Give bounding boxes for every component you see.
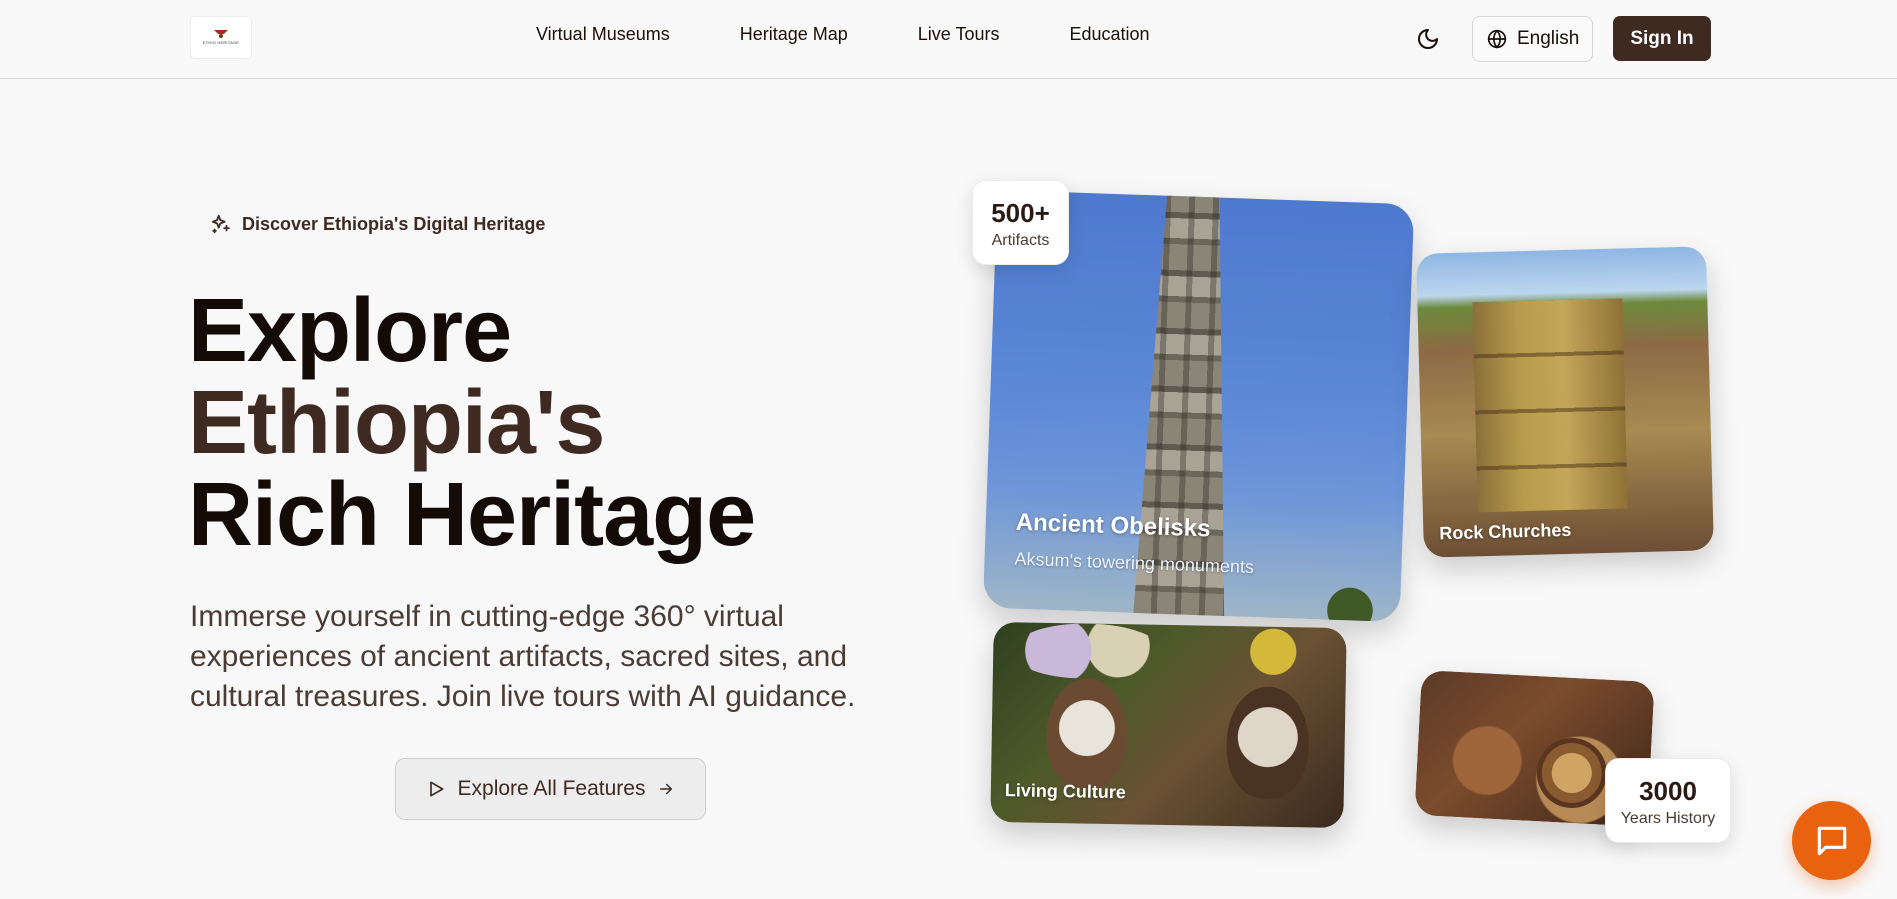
- language-selector[interactable]: English: [1472, 16, 1593, 62]
- globe-icon: [1487, 29, 1507, 49]
- nav-virtual-museums[interactable]: Virtual Museums: [536, 24, 670, 45]
- theme-toggle-button[interactable]: [1413, 26, 1443, 52]
- stat-history-label: Years History: [1620, 810, 1716, 827]
- sparkles-icon: [211, 214, 230, 234]
- stat-history-value: 3000: [1639, 776, 1697, 806]
- rock-church-image: [1472, 298, 1628, 513]
- hero-title-line-2: Ethiopia's: [188, 373, 605, 473]
- drum-image: [1534, 736, 1609, 810]
- card-rock-churches[interactable]: Rock Churches: [1416, 246, 1714, 558]
- top-navbar: ETHIO HERITAGE Virtual Museums Heritage …: [0, 0, 1897, 79]
- stat-years-history: 3000 Years History: [1605, 758, 1731, 843]
- chat-icon: [1817, 826, 1846, 855]
- site-logo[interactable]: ETHIO HERITAGE: [191, 17, 251, 58]
- explore-all-features-button[interactable]: Explore All Features: [395, 758, 706, 820]
- hero-eyebrow: Discover Ethiopia's Digital Heritage: [210, 213, 545, 235]
- chat-button[interactable]: [1792, 801, 1871, 880]
- logo-mark-icon: [214, 30, 228, 38]
- stat-artifacts-value: 500+: [991, 198, 1050, 228]
- stat-artifacts: 500+ Artifacts: [972, 180, 1069, 265]
- tree-image: [1309, 579, 1391, 623]
- language-label: English: [1517, 28, 1580, 49]
- hero-title-line-1: Explore: [188, 281, 512, 381]
- moon-icon: [1418, 29, 1438, 49]
- card-title-rock-churches: Rock Churches: [1439, 519, 1572, 544]
- nav-heritage-map[interactable]: Heritage Map: [740, 24, 848, 45]
- arrow-right-icon: [660, 783, 673, 795]
- play-icon: [429, 781, 444, 797]
- eyebrow-text: Discover Ethiopia's Digital Heritage: [242, 213, 546, 234]
- nav-education[interactable]: Education: [1070, 24, 1150, 45]
- yellow-flower-image: [1212, 625, 1334, 678]
- stat-artifacts-label: Artifacts: [991, 232, 1050, 249]
- nav-live-tours[interactable]: Live Tours: [918, 24, 1000, 45]
- card-living-culture[interactable]: Living Culture: [990, 621, 1347, 829]
- hero-title: Explore Ethiopia's Rich Heritage: [188, 281, 756, 565]
- main-nav: Virtual Museums Heritage Map Live Tours …: [536, 24, 1150, 45]
- person-image-left: [1045, 677, 1128, 790]
- flower-crown-image: [1012, 622, 1164, 680]
- person-image-right: [1225, 686, 1310, 800]
- sign-in-button[interactable]: Sign In: [1613, 16, 1711, 61]
- hero-description: Immerse yourself in cutting-edge 360° vi…: [190, 600, 856, 713]
- cta-label: Explore All Features: [457, 777, 646, 800]
- logo-text: ETHIO HERITAGE: [202, 40, 240, 45]
- card-title-obelisks: Ancient Obelisks: [1015, 508, 1211, 543]
- hero-title-line-3: Rich Heritage: [188, 465, 756, 565]
- card-title-living-culture: Living Culture: [1004, 780, 1126, 803]
